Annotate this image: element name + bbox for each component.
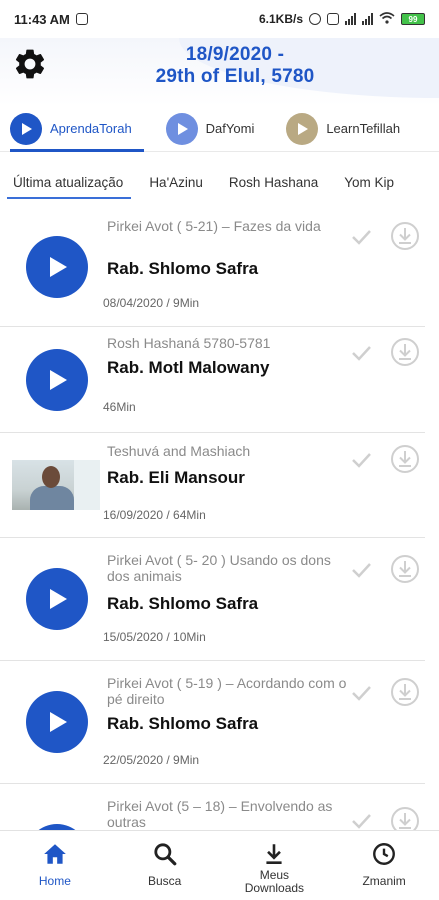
- download-icon[interactable]: [390, 554, 420, 584]
- play-button[interactable]: [26, 568, 88, 630]
- lesson-speaker: Rab. Shlomo Safra: [107, 594, 259, 613]
- check-icon[interactable]: [350, 559, 372, 581]
- lesson-meta: 16/09/2020 / 64Min: [103, 508, 206, 522]
- lesson-speaker: Rab. Eli Mansour: [107, 468, 245, 487]
- channel-label: AprendaTorah: [50, 121, 132, 136]
- signal-icon: [345, 13, 356, 25]
- nav-label: Home: [38, 874, 71, 888]
- nav-label: Meus Downloads: [244, 868, 305, 895]
- download-icon[interactable]: [390, 806, 420, 832]
- channel-dafyomi[interactable]: DafYomi: [165, 106, 273, 152]
- check-icon[interactable]: [350, 810, 372, 832]
- sim-icon: [327, 13, 339, 25]
- speaker-thumbnail[interactable]: [12, 460, 100, 510]
- check-icon[interactable]: [350, 449, 372, 471]
- play-button[interactable]: [26, 236, 88, 298]
- tab-rosh-hashana[interactable]: Rosh Hashana: [229, 165, 318, 203]
- date-gregorian: 18/9/2020 -: [185, 44, 285, 65]
- lesson-title: Pirkei Avot ( 5-21) – Fazes da vida: [107, 218, 321, 234]
- download-icon[interactable]: [390, 337, 420, 367]
- lesson-meta: 22/05/2020 / 9Min: [103, 753, 200, 767]
- status-time: 11:43 AM: [14, 11, 70, 27]
- lesson-title: Teshuvá and Mashiach: [107, 443, 251, 459]
- wifi-icon: [379, 11, 395, 27]
- list-item[interactable]: Teshuvá and Mashiach Rab. Eli Mansour 16…: [0, 433, 425, 538]
- tab-haazinu[interactable]: Ha'Azinu: [149, 165, 203, 203]
- check-icon[interactable]: [350, 226, 372, 248]
- lesson-speaker: Rab. Shlomo Safra: [107, 259, 259, 278]
- signal-icon: [362, 13, 373, 25]
- date-hebrew: 29th of Elul, 5780: [155, 66, 315, 87]
- play-icon: [10, 112, 42, 145]
- tab-ultima-atualizacao[interactable]: Última atualização: [6, 165, 132, 203]
- list-item[interactable]: Pirkei Avot ( 5- 20 ) Usando os dons dos…: [0, 538, 425, 661]
- lesson-meta: 08/04/2020 / 9Min: [103, 296, 200, 310]
- download-icon[interactable]: [390, 677, 420, 707]
- list-item[interactable]: Pirkei Avot ( 5-19 ) – Acordando com o p…: [0, 661, 425, 784]
- alarm-icon: [309, 13, 321, 25]
- nav-busca[interactable]: Busca: [110, 831, 220, 900]
- app-header: 18/9/2020 - 29th of Elul, 5780: [0, 38, 439, 106]
- battery-icon: 99: [401, 13, 425, 25]
- nav-label: Zmanim: [362, 874, 406, 888]
- play-icon: [286, 112, 319, 145]
- bottom-navigation: Home Busca Meus Downloads Zmanim: [0, 830, 439, 900]
- home-icon: [42, 841, 68, 867]
- clock-icon: [371, 841, 397, 867]
- lesson-title: Rosh Hashaná 5780-5781: [107, 335, 271, 351]
- search-icon: [152, 841, 178, 867]
- network-speed: 6.1KB/s: [258, 12, 303, 26]
- lesson-meta: 15/05/2020 / 10Min: [103, 630, 206, 644]
- lesson-title: Pirkei Avot (5 – 18) – Envolvendo as out…: [107, 798, 333, 830]
- nav-home[interactable]: Home: [0, 831, 110, 900]
- category-tabs: Última atualização Ha'Azinu Rosh Hashana…: [0, 165, 439, 203]
- lesson-title: Pirkei Avot ( 5- 20 ) Usando os dons dos…: [107, 552, 331, 584]
- play-button[interactable]: [26, 691, 88, 753]
- tab-yom-kippur[interactable]: Yom Kip: [344, 165, 394, 203]
- lesson-title: Pirkei Avot ( 5-19 ) – Acordando com o p…: [107, 675, 347, 707]
- gear-icon[interactable]: [12, 46, 48, 82]
- lesson-speaker: Rab. Motl Malowany: [107, 358, 270, 377]
- thumbnail-background: [74, 460, 100, 510]
- nav-label: Busca: [147, 874, 182, 888]
- download-icon: [261, 841, 287, 867]
- download-icon[interactable]: [390, 444, 420, 474]
- check-icon[interactable]: [350, 342, 372, 364]
- lesson-speaker: Rab. Shlomo Safra: [107, 714, 259, 733]
- status-bar: 11:43 AM 6.1KB/s 99: [0, 0, 439, 38]
- channel-aprendatorah[interactable]: AprendaTorah: [10, 106, 150, 152]
- channel-label: LearnTefillah: [326, 121, 401, 136]
- channel-learntefillah[interactable]: LearnTefillah: [286, 106, 418, 152]
- hebrew-date: 18/9/2020 - 29th of Elul, 5780: [110, 44, 360, 88]
- thumbnail-figure: [30, 486, 74, 510]
- download-icon[interactable]: [390, 221, 420, 251]
- lesson-meta: 46Min: [103, 400, 136, 414]
- play-icon: [165, 112, 198, 145]
- nav-zmanim[interactable]: Zmanim: [329, 831, 439, 900]
- channel-label: DafYomi: [205, 121, 255, 136]
- nav-downloads[interactable]: Meus Downloads: [220, 831, 330, 900]
- list-item[interactable]: Pirkei Avot ( 5-21) – Fazes da vida Rab.…: [0, 210, 425, 327]
- thumbnail-face: [42, 466, 60, 488]
- channel-tabs: AprendaTorah DafYomi LearnTefillah: [0, 106, 439, 152]
- list-item[interactable]: Rosh Hashaná 5780-5781 Rab. Motl Malowan…: [0, 327, 425, 433]
- check-icon[interactable]: [350, 682, 372, 704]
- list-item[interactable]: Pirkei Avot (5 – 18) – Envolvendo as out…: [0, 784, 425, 832]
- lesson-list: Pirkei Avot ( 5-21) – Fazes da vida Rab.…: [0, 210, 439, 832]
- play-button[interactable]: [26, 349, 88, 411]
- notification-icon: [75, 13, 88, 25]
